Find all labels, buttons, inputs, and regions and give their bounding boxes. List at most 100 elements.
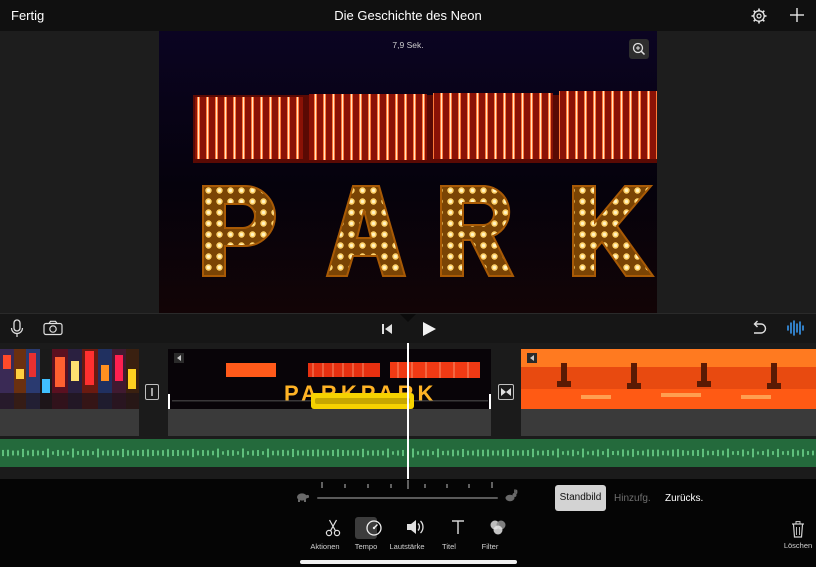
top-bar: Fertig Die Geschichte des Neon (0, 0, 816, 31)
waveform-bar (412, 448, 414, 458)
waveform-bar (37, 450, 39, 456)
waveform-bar (787, 450, 789, 456)
waveform-bar (147, 449, 149, 457)
waveform-bar (17, 450, 19, 456)
freeze-frame-button[interactable]: Standbild (555, 485, 606, 511)
waveform-bar (702, 448, 704, 458)
clip-orange-machinery[interactable] (521, 349, 816, 409)
home-indicator[interactable] (300, 560, 517, 564)
clip-thumbnail (521, 349, 816, 409)
trash-icon (792, 521, 804, 538)
trim-handle-left[interactable] (168, 394, 170, 409)
waveform-bar (307, 449, 309, 457)
waveform-bar (52, 451, 54, 455)
waveform-bar (142, 449, 144, 457)
waveform-bar (217, 448, 219, 458)
waveform-bar (467, 450, 469, 456)
waveform-bar (597, 449, 599, 457)
waveform-bar (452, 449, 454, 457)
skip-to-start-icon[interactable] (381, 323, 393, 335)
playhead[interactable] (407, 343, 409, 479)
waveform-bar (312, 449, 314, 457)
waveform-bar (232, 450, 234, 456)
delete-label: Löschen (783, 541, 813, 550)
waveform-bar (767, 449, 769, 457)
speedometer-icon (365, 520, 382, 536)
transition-cut-button[interactable] (145, 384, 159, 400)
speed-range-selection[interactable] (311, 393, 414, 409)
camera-icon[interactable] (43, 320, 63, 336)
waveform-bar (77, 451, 79, 455)
speed-slider[interactable] (317, 497, 498, 499)
reset-speed-button[interactable]: Zurücks. (665, 493, 703, 504)
waveform-bar (527, 450, 529, 456)
waveform-bar (462, 449, 464, 457)
waveform-bar (592, 450, 594, 456)
waveform-bar (632, 449, 634, 457)
waveform-bar (57, 449, 59, 457)
waveform-bar (367, 450, 369, 456)
waveform-bar (637, 450, 639, 456)
waveform-icon[interactable] (786, 320, 806, 336)
waveform-bar (297, 450, 299, 456)
waveform-bar (607, 448, 609, 458)
rabbit-icon (505, 489, 518, 502)
clip-audio-marker-icon (174, 353, 184, 363)
clip-duration-label: 7,9 Sek. (392, 40, 424, 50)
waveform-bar (362, 448, 364, 458)
play-icon[interactable] (421, 321, 437, 337)
gear-icon[interactable] (751, 8, 767, 24)
waveform-bar (207, 450, 209, 456)
waveform-bar (47, 448, 49, 458)
waveform-bar (202, 450, 204, 456)
tool-volume[interactable]: Lautstärke (383, 519, 431, 551)
waveform-bar (557, 448, 559, 458)
waveform-bar (167, 449, 169, 457)
zoom-button[interactable] (629, 39, 649, 59)
add-speed-range-button[interactable]: Hinzufg. (614, 493, 651, 504)
transition-cut-icon (151, 388, 153, 396)
zoom-in-icon (632, 42, 646, 56)
delete-button[interactable]: Löschen (780, 521, 816, 550)
clip-city-street[interactable] (0, 349, 139, 409)
waveform-bar (317, 449, 319, 457)
waveform-bar (97, 448, 99, 458)
plus-icon[interactable] (789, 7, 805, 23)
waveform-bar (82, 450, 84, 456)
waveform-bar (737, 450, 739, 456)
waveform-bar (192, 448, 194, 458)
waveform-bar (387, 448, 389, 458)
timeline[interactable]: PARKPARK (0, 343, 816, 479)
microphone-icon[interactable] (10, 319, 24, 339)
waveform-bar (302, 450, 304, 456)
tool-filter[interactable]: Filter (466, 519, 514, 551)
waveform-bar (477, 449, 479, 457)
waveform-bar (177, 449, 179, 457)
waveform-bar (117, 450, 119, 456)
waveform-bar (272, 450, 274, 456)
turtle-icon (297, 493, 309, 502)
waveform-bar (252, 450, 254, 456)
waveform-bar (707, 450, 709, 456)
waveform-bar (722, 450, 724, 456)
waveform-bar (397, 450, 399, 456)
video-preview[interactable]: 7,9 Sek. (159, 31, 657, 313)
waveform-bar (422, 450, 424, 456)
undo-icon[interactable] (751, 320, 767, 336)
waveform-bar (442, 450, 444, 456)
transition-cross-button[interactable] (498, 384, 514, 400)
waveform-bar (712, 450, 714, 456)
trim-handle-right[interactable] (489, 394, 491, 409)
waveform-bar (517, 450, 519, 456)
waveform-bar (577, 451, 579, 455)
title-t-icon (451, 520, 464, 534)
waveform-bar (392, 451, 394, 455)
waveform-bar (87, 450, 89, 456)
waveform-bar (212, 450, 214, 456)
waveform-bar (437, 448, 439, 458)
waveform-bar (247, 451, 249, 455)
waveform-bar (262, 451, 264, 455)
transition-cross-icon (501, 388, 511, 396)
waveform-bar (742, 449, 744, 457)
neon-park-sign-image (159, 31, 657, 313)
